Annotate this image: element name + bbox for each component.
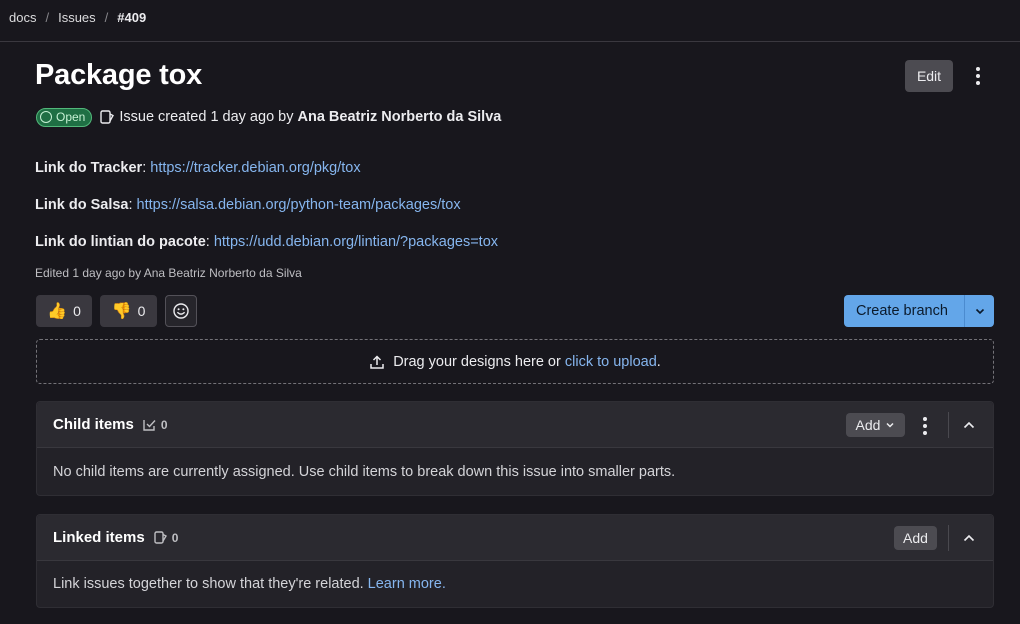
add-reaction-button[interactable] <box>165 295 197 327</box>
edit-button[interactable]: Edit <box>905 60 953 92</box>
status-badge: Open <box>36 107 93 127</box>
child-items-title-group: Child items 0 <box>53 416 168 433</box>
upload-link[interactable]: click to upload <box>565 354 657 370</box>
breadcrumb-current[interactable]: #409 <box>117 10 146 25</box>
child-items-count-value: 0 <box>160 417 168 432</box>
child-items-empty-state: No child items are currently assigned. U… <box>53 463 676 480</box>
child-items-header: Child items 0 Add <box>37 402 993 448</box>
breadcrumb-item-docs[interactable]: docs <box>9 10 36 25</box>
breadcrumb-item-issues[interactable]: Issues <box>58 10 96 25</box>
issue-type-icon <box>100 110 115 124</box>
design-dropzone[interactable]: Drag your designs here or click to uploa… <box>36 339 994 384</box>
thumbs-down-count: 0 <box>137 303 146 319</box>
open-status-icon <box>40 111 52 123</box>
tracker-link[interactable]: https://tracker.debian.org/pkg/tox <box>150 160 360 176</box>
description-label: Link do Salsa <box>35 197 129 213</box>
child-items-card: Child items 0 Add No child items are cur… <box>36 401 994 496</box>
chevron-down-icon[interactable] <box>965 305 994 317</box>
description-label: Link do Tracker <box>35 160 143 176</box>
header-divider <box>948 525 949 551</box>
linked-items-empty-state: Link issues together to show that they'r… <box>37 561 993 607</box>
thumbs-down-icon: 👎 <box>111 303 132 320</box>
dropzone-suffix: . <box>656 353 661 370</box>
learn-more-link[interactable]: Learn more. <box>368 576 446 592</box>
edited-note: Edited 1 day ago by Ana Beatriz Norberto… <box>35 266 302 280</box>
status-label: Open <box>56 110 86 124</box>
description-line-tracker: Link do Tracker: https://tracker.debian.… <box>35 160 361 176</box>
child-items-more-icon[interactable] <box>915 416 935 436</box>
description-line-salsa: Link do Salsa: https://salsa.debian.org/… <box>35 197 461 213</box>
salsa-link[interactable]: https://salsa.debian.org/python-team/pac… <box>137 197 461 213</box>
created-text: Issue created 1 day ago by <box>119 109 294 125</box>
top-bar: docs / Issues / #409 <box>0 0 1020 42</box>
thumbs-up-icon: 👍 <box>47 303 68 320</box>
add-child-item-button[interactable]: Add <box>846 413 905 437</box>
header-divider <box>948 412 949 438</box>
create-branch-label: Create branch <box>856 303 948 319</box>
linked-items-title-group: Linked items 0 <box>53 529 178 546</box>
linked-items-count: 0 <box>153 530 179 545</box>
lintian-link[interactable]: https://udd.debian.org/lintian/?packages… <box>214 234 498 250</box>
chevron-up-icon[interactable] <box>960 529 978 547</box>
breadcrumb-separator: / <box>104 10 109 25</box>
smiley-icon <box>173 303 189 319</box>
breadcrumb: docs / Issues / #409 <box>9 10 146 25</box>
linked-items-header: Linked items 0 Add <box>37 515 993 561</box>
author-link[interactable]: Ana Beatriz Norberto da Silva <box>297 109 501 125</box>
child-items-count: 0 <box>142 417 168 432</box>
thumbs-down-button[interactable]: 👎 0 <box>100 295 157 327</box>
description-label: Link do lintian do pacote <box>35 234 206 250</box>
add-linked-item-button[interactable]: Add <box>894 526 937 550</box>
linked-items-card: Linked items 0 Add Link issues together … <box>36 514 994 608</box>
linked-items-empty-text: Link issues together to show that they'r… <box>53 576 364 592</box>
linked-items-title: Linked items <box>53 529 145 546</box>
issue-type-icon <box>154 531 167 544</box>
description-line-lintian: Link do lintian do pacote: https://udd.d… <box>35 234 499 250</box>
dropzone-text: Drag your designs here or <box>393 353 561 370</box>
child-items-title: Child items <box>53 416 134 433</box>
chevron-down-icon <box>886 422 894 428</box>
page-title: Package tox <box>35 59 203 91</box>
more-actions-icon[interactable] <box>968 66 988 86</box>
thumbs-up-count: 0 <box>73 303 81 319</box>
thumbs-up-button[interactable]: 👍 0 <box>36 295 92 327</box>
breadcrumb-separator: / <box>45 10 50 25</box>
issue-meta: Open Issue created 1 day ago by Ana Beat… <box>36 107 501 127</box>
chevron-up-icon[interactable] <box>960 416 978 434</box>
task-done-icon <box>143 420 156 431</box>
add-label: Add <box>855 417 881 433</box>
linked-items-count-value: 0 <box>171 530 179 545</box>
create-branch-button[interactable]: Create branch <box>844 295 994 327</box>
upload-icon <box>370 354 384 369</box>
